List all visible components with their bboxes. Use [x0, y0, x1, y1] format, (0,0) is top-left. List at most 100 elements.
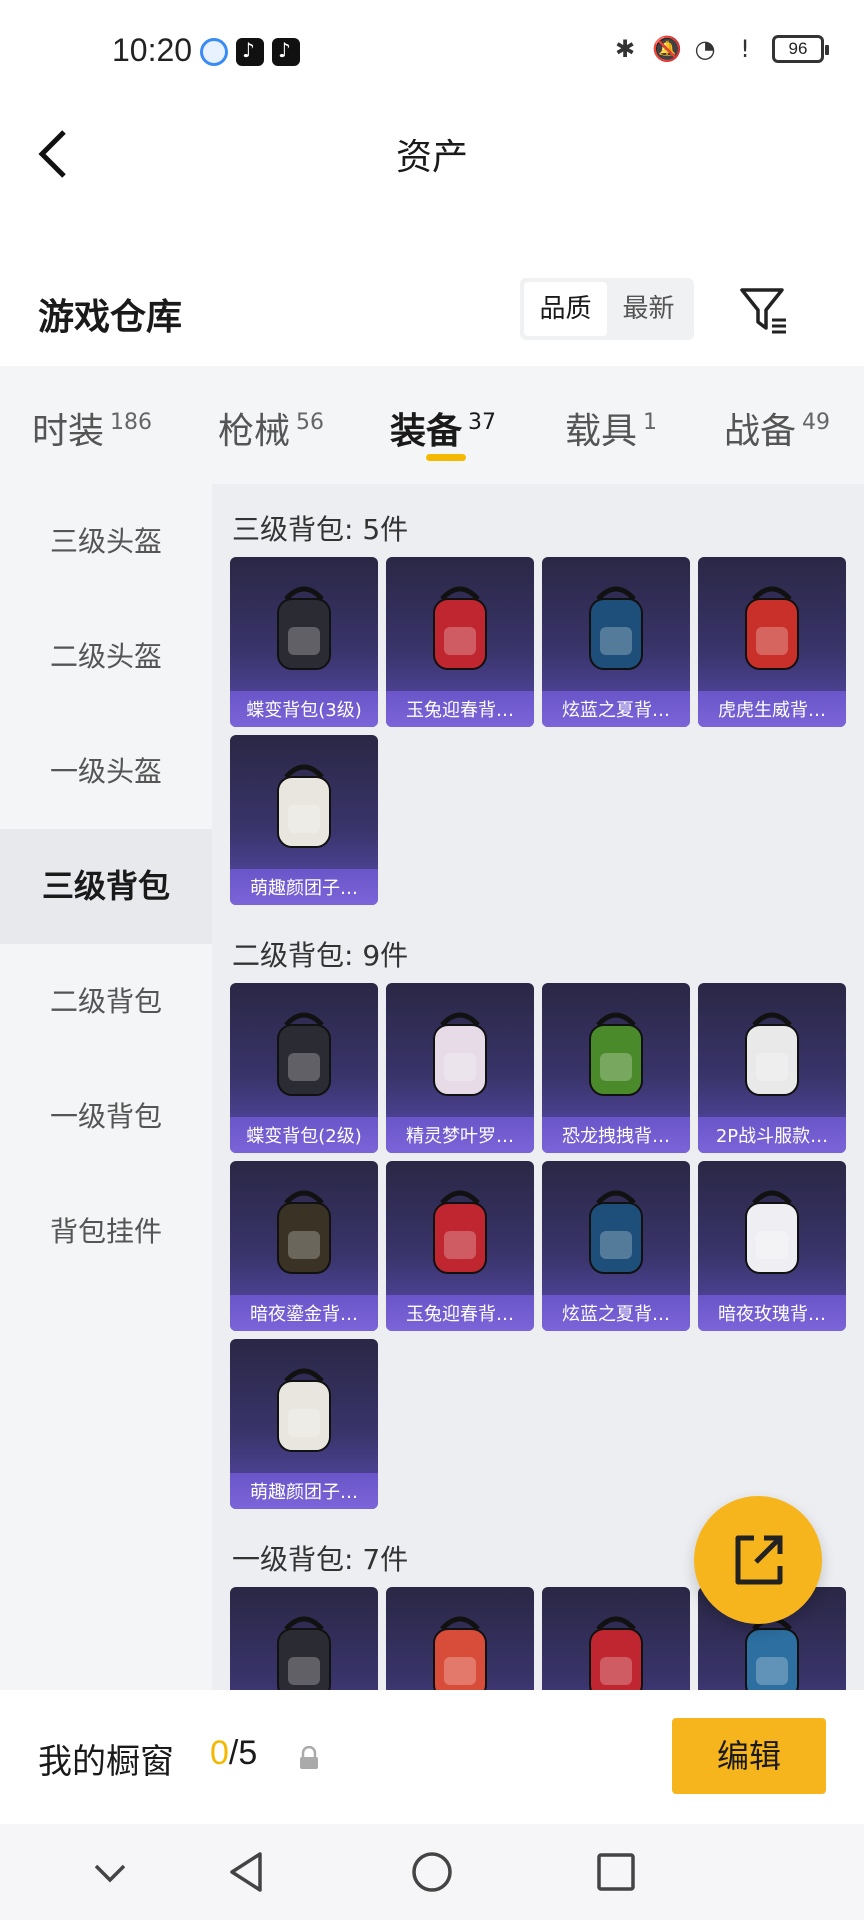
- backpack-icon: [277, 1012, 331, 1096]
- tab-equipment[interactable]: 装备 37: [390, 402, 496, 454]
- item-name: 炫蓝之夏背…: [562, 1304, 670, 1325]
- item-name: 蝶变背包(3级): [246, 700, 362, 721]
- nav-recents-button[interactable]: [592, 1848, 640, 1896]
- lock-icon: [298, 1745, 320, 1770]
- tab-vehicles[interactable]: 载具 1: [565, 402, 657, 454]
- item-name: 炫蓝之夏背…: [562, 700, 670, 721]
- item-name: 玉兔迎春背…: [406, 1304, 514, 1325]
- tab-supplies[interactable]: 战备 49: [724, 402, 830, 454]
- sort-toggle: 品质 最新: [520, 278, 694, 340]
- tab-label: 装备: [390, 411, 463, 452]
- item-name: 萌趣颜团子…: [250, 878, 358, 899]
- section-title: 二级背包: 9件: [232, 939, 409, 972]
- showcase-label: 我的橱窗: [38, 1742, 174, 1782]
- tab-count: 56: [296, 410, 325, 435]
- circle-home-icon: [412, 1852, 452, 1892]
- sidebar-item-level1-backpack[interactable]: 一级背包: [0, 1059, 212, 1174]
- square-recents-icon: [597, 1853, 635, 1891]
- item-card[interactable]: 暗夜玫瑰背…: [698, 1161, 846, 1331]
- tab-count: 49: [802, 410, 831, 435]
- item-card[interactable]: 玉兔迎春背…: [386, 557, 534, 727]
- tiktok-app-icon: [272, 38, 300, 66]
- item-card[interactable]: 蝶变背包(2级): [230, 983, 378, 1153]
- item-card[interactable]: [542, 1587, 690, 1690]
- tab-count: 1: [643, 410, 658, 435]
- share-button[interactable]: [694, 1496, 822, 1624]
- item-card[interactable]: [230, 1587, 378, 1690]
- item-card[interactable]: 玉兔迎春背…: [386, 1161, 534, 1331]
- backpack-icon: [745, 1190, 799, 1274]
- browser-app-icon: [200, 38, 228, 66]
- status-bar: 10:20 ✱ 🔕 ◔ ! 96: [0, 0, 864, 100]
- edit-button[interactable]: 编辑: [672, 1718, 826, 1794]
- sidebar-item-level2-helmet[interactable]: 二级头盔: [0, 599, 212, 714]
- nav-home-button[interactable]: [408, 1848, 456, 1896]
- triangle-back-icon: [230, 1852, 262, 1892]
- item-card[interactable]: [386, 1587, 534, 1690]
- backpack-icon: [745, 586, 799, 670]
- item-card[interactable]: 萌趣颜团子…: [230, 735, 378, 905]
- wifi-icon: ◔: [694, 35, 716, 63]
- tab-count: 186: [110, 410, 153, 435]
- sidebar-item-backpack-pendant[interactable]: 背包挂件: [0, 1174, 212, 1289]
- battery-icon: 96: [772, 35, 829, 63]
- tiktok-app-icon: [236, 38, 264, 66]
- system-nav-bar: [0, 1824, 864, 1920]
- item-name: 萌趣颜团子…: [250, 1482, 358, 1503]
- sidebar-item-level3-backpack[interactable]: 三级背包: [0, 829, 212, 944]
- showcase-count: 0/5: [210, 1734, 257, 1773]
- tab-guns[interactable]: 枪械 56: [218, 402, 324, 454]
- tab-label: 枪械: [218, 411, 291, 452]
- page-title: 资产: [395, 137, 468, 178]
- mute-bell-icon: 🔕: [652, 35, 682, 63]
- backpack-icon: [277, 1616, 331, 1690]
- tab-label: 时装: [32, 411, 105, 452]
- item-card[interactable]: 恐龙拽拽背…: [542, 983, 690, 1153]
- backpack-icon: [589, 586, 643, 670]
- showcase-total: /5: [228, 1734, 258, 1772]
- backpack-icon: [589, 1190, 643, 1274]
- backpack-icon: [277, 764, 331, 848]
- backpack-icon: [589, 1616, 643, 1690]
- item-name: 暗夜鎏金背…: [250, 1304, 358, 1325]
- sidebar-item-level2-backpack[interactable]: 二级背包: [0, 944, 212, 1059]
- filter-button[interactable]: [738, 284, 790, 336]
- showcase-current: 0: [210, 1734, 229, 1772]
- item-card[interactable]: 炫蓝之夏背…: [542, 557, 690, 727]
- item-name: 蝶变背包(2级): [246, 1126, 362, 1147]
- backpack-icon: [433, 1616, 487, 1690]
- backpack-icon: [277, 586, 331, 670]
- page-header: 资产: [0, 100, 864, 210]
- item-card[interactable]: 蝶变背包(3级): [230, 557, 378, 727]
- item-card[interactable]: 炫蓝之夏背…: [542, 1161, 690, 1331]
- item-card[interactable]: 萌趣颜团子…: [230, 1339, 378, 1509]
- item-name: 精灵梦叶罗…: [406, 1126, 514, 1147]
- tab-label: 战备: [724, 411, 797, 452]
- chevron-down-icon: [94, 1864, 126, 1883]
- bluetooth-icon: ✱: [614, 35, 636, 63]
- nav-collapse-button[interactable]: [86, 1848, 134, 1896]
- tab-fashion[interactable]: 时装 186: [32, 402, 152, 454]
- backpack-icon: [277, 1190, 331, 1274]
- item-card[interactable]: 暗夜鎏金背…: [230, 1161, 378, 1331]
- nav-back-button[interactable]: [224, 1848, 272, 1896]
- item-name: 恐龙拽拽背…: [562, 1126, 670, 1147]
- backpack-icon: [277, 1368, 331, 1452]
- tab-label: 载具: [565, 411, 638, 452]
- backpack-icon: [589, 1012, 643, 1096]
- share-icon: [735, 1535, 783, 1585]
- item-card[interactable]: 2P战斗服款…: [698, 983, 846, 1153]
- backpack-icon: [745, 1012, 799, 1096]
- filter-icon: [740, 288, 786, 334]
- item-card[interactable]: 精灵梦叶罗…: [386, 983, 534, 1153]
- section-title: 一级背包: 7件: [232, 1543, 409, 1576]
- alert-icon: !: [740, 35, 750, 63]
- sort-quality-option[interactable]: 品质: [524, 282, 607, 336]
- sidebar-item-level1-helmet[interactable]: 一级头盔: [0, 714, 212, 829]
- backpack-icon: [433, 1012, 487, 1096]
- item-card[interactable]: 虎虎生威背…: [698, 557, 846, 727]
- sort-newest-option[interactable]: 最新: [607, 282, 690, 336]
- item-name: 2P战斗服款…: [715, 1126, 829, 1147]
- status-time: 10:20: [112, 32, 193, 68]
- sidebar-item-level3-helmet[interactable]: 三级头盔: [0, 484, 212, 599]
